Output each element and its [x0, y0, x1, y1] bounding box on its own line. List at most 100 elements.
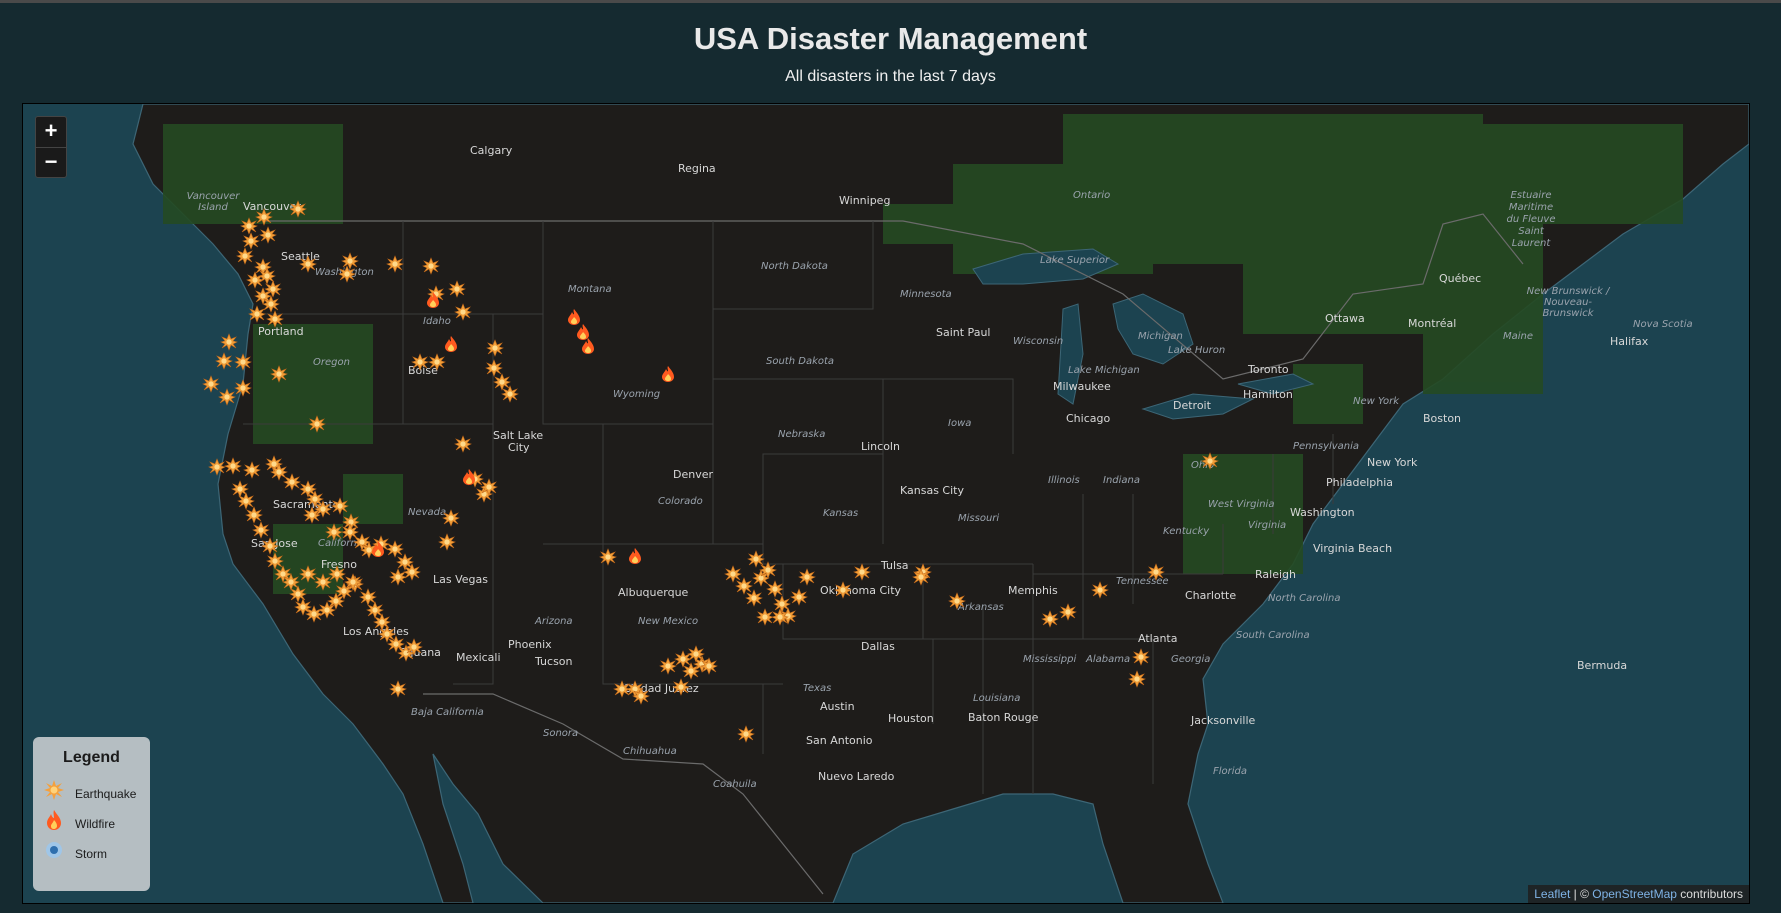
disaster-map[interactable]: Vancouver Island Washington Oregon Idaho…: [22, 103, 1750, 904]
svg-text:New York: New York: [1367, 456, 1418, 469]
svg-text:Seattle: Seattle: [281, 250, 320, 263]
page-subtitle: All disasters in the last 7 days: [785, 68, 996, 85]
svg-text:Tennessee: Tennessee: [1116, 576, 1169, 587]
svg-text:Denver: Denver: [673, 468, 713, 481]
storm-icon: [43, 842, 65, 865]
svg-text:Philadelphia: Philadelphia: [1326, 476, 1393, 489]
svg-text:Coahuila: Coahuila: [713, 779, 757, 790]
svg-text:Iowa: Iowa: [948, 418, 971, 429]
zoom-in-button[interactable]: +: [36, 117, 66, 148]
osm-link[interactable]: OpenStreetMap: [1592, 887, 1677, 901]
svg-text:South Carolina: South Carolina: [1236, 630, 1310, 641]
svg-text:Illinois: Illinois: [1048, 475, 1080, 486]
attribution-separator: | ©: [1570, 887, 1593, 901]
svg-text:Island: Island: [198, 202, 228, 213]
svg-text:West Virginia: West Virginia: [1208, 499, 1274, 510]
svg-text:Alabama: Alabama: [1085, 654, 1130, 665]
map-canvas[interactable]: Vancouver Island Washington Oregon Idaho…: [23, 104, 1749, 903]
svg-text:New Brunswick /: New Brunswick /: [1527, 286, 1611, 297]
svg-text:New Mexico: New Mexico: [638, 616, 698, 627]
attribution-suffix: contributors: [1676, 887, 1743, 901]
svg-text:South Dakota: South Dakota: [766, 356, 834, 367]
legend-title: Legend: [63, 749, 120, 766]
svg-text:Oklahoma City: Oklahoma City: [820, 584, 902, 597]
svg-text:Portland: Portland: [258, 325, 304, 338]
svg-text:North Carolina: North Carolina: [1268, 593, 1341, 604]
svg-text:Mexicali: Mexicali: [456, 651, 501, 664]
svg-text:City: City: [508, 441, 530, 454]
svg-text:Austin: Austin: [820, 700, 855, 713]
svg-text:Hamilton: Hamilton: [1243, 388, 1293, 401]
svg-text:Idaho: Idaho: [423, 316, 451, 327]
svg-text:Baton Rouge: Baton Rouge: [968, 711, 1039, 724]
svg-text:Boston: Boston: [1423, 412, 1461, 425]
svg-text:Baja California: Baja California: [411, 707, 484, 718]
svg-text:Kentucky: Kentucky: [1163, 526, 1210, 537]
svg-text:Memphis: Memphis: [1008, 584, 1058, 597]
svg-text:Chihuahua: Chihuahua: [623, 746, 677, 757]
svg-text:Louisiana: Louisiana: [973, 693, 1020, 704]
svg-text:Montana: Montana: [568, 284, 612, 295]
svg-text:Québec: Québec: [1439, 272, 1481, 285]
svg-text:Tucson: Tucson: [534, 655, 573, 668]
svg-text:Bermuda: Bermuda: [1577, 659, 1627, 672]
svg-text:Vancouver: Vancouver: [187, 191, 241, 202]
svg-text:Chicago: Chicago: [1066, 412, 1110, 425]
svg-text:San Antonio: San Antonio: [806, 734, 873, 747]
svg-text:Calgary: Calgary: [470, 144, 513, 157]
svg-text:Estuaire: Estuaire: [1511, 190, 1552, 201]
svg-text:Ottawa: Ottawa: [1325, 312, 1365, 325]
svg-text:Kansas City: Kansas City: [900, 484, 964, 497]
svg-text:Wisconsin: Wisconsin: [1013, 336, 1063, 347]
svg-text:Fresno: Fresno: [321, 558, 357, 571]
legend-panel: Legend Earthquake Wildfire Storm: [33, 737, 150, 891]
svg-text:Nuevo Laredo: Nuevo Laredo: [818, 770, 895, 783]
svg-text:Minnesota: Minnesota: [900, 289, 952, 300]
svg-text:Virginia: Virginia: [1248, 520, 1286, 531]
earthquake-icon: [43, 780, 65, 805]
svg-text:Washington: Washington: [1290, 506, 1355, 519]
svg-text:Virginia Beach: Virginia Beach: [1313, 542, 1392, 555]
svg-text:Missouri: Missouri: [958, 513, 999, 524]
svg-text:Colorado: Colorado: [658, 496, 703, 507]
svg-text:Halifax: Halifax: [1610, 335, 1649, 348]
svg-text:Nevada: Nevada: [408, 507, 446, 518]
wildfire-icon: [43, 810, 65, 835]
svg-text:du Fleuve: du Fleuve: [1507, 214, 1556, 225]
svg-text:Charlotte: Charlotte: [1185, 589, 1236, 602]
svg-text:Florida: Florida: [1213, 766, 1247, 777]
svg-text:Nouveau-: Nouveau-: [1544, 297, 1592, 308]
svg-text:Michigan: Michigan: [1138, 331, 1183, 342]
page-header: USA Disaster Management All disasters in…: [0, 3, 1781, 105]
svg-text:Georgia: Georgia: [1171, 654, 1210, 665]
svg-text:Regina: Regina: [678, 162, 716, 175]
page-title: USA Disaster Management: [693, 21, 1088, 56]
svg-text:Maritime: Maritime: [1509, 202, 1553, 213]
svg-text:New York: New York: [1353, 396, 1400, 407]
svg-text:Saint Paul: Saint Paul: [936, 326, 990, 339]
leaflet-link[interactable]: Leaflet: [1534, 887, 1570, 901]
legend-label-storm: Storm: [75, 847, 108, 861]
svg-text:Phoenix: Phoenix: [508, 638, 552, 651]
svg-text:Laurent: Laurent: [1512, 238, 1552, 249]
zoom-out-button[interactable]: −: [36, 148, 66, 178]
svg-text:Indiana: Indiana: [1103, 475, 1140, 486]
svg-text:Nebraska: Nebraska: [778, 429, 825, 440]
svg-text:Toronto: Toronto: [1247, 363, 1289, 376]
svg-text:Arkansas: Arkansas: [957, 602, 1004, 613]
svg-text:Raleigh: Raleigh: [1255, 568, 1296, 581]
legend-label-wildfire: Wildfire: [75, 817, 116, 831]
svg-text:Kansas: Kansas: [823, 508, 858, 519]
svg-text:Oregon: Oregon: [313, 357, 350, 368]
svg-text:Sonora: Sonora: [543, 728, 578, 739]
svg-text:Ontario: Ontario: [1073, 190, 1110, 201]
svg-text:Detroit: Detroit: [1173, 399, 1212, 412]
svg-text:Texas: Texas: [803, 683, 831, 694]
zoom-control: + −: [35, 116, 67, 178]
svg-text:Montréal: Montréal: [1408, 317, 1456, 330]
svg-text:Las Vegas: Las Vegas: [433, 573, 488, 586]
svg-text:Nova Scotia: Nova Scotia: [1633, 319, 1693, 330]
svg-text:Lake Superior: Lake Superior: [1040, 255, 1110, 266]
svg-text:Winnipeg: Winnipeg: [839, 194, 890, 207]
svg-text:Wyoming: Wyoming: [613, 389, 660, 400]
